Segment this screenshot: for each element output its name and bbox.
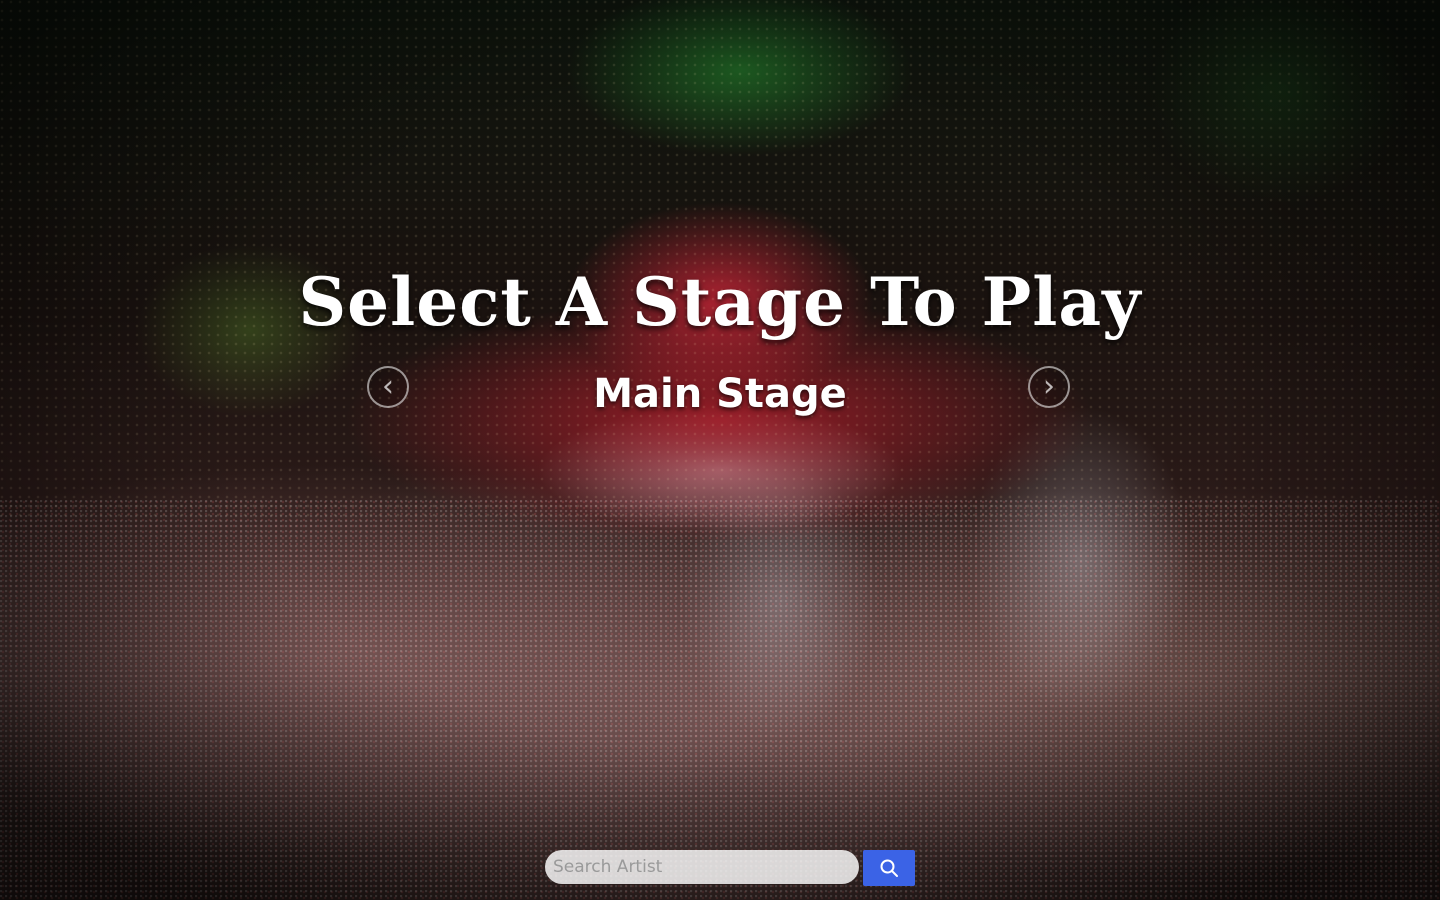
page-title: Select A Stage To Play — [298, 263, 1142, 341]
background-vignette — [0, 0, 1440, 900]
artist-search-bar — [545, 850, 915, 886]
next-stage-button[interactable]: › — [1028, 366, 1070, 408]
search-artist-input[interactable] — [545, 850, 859, 884]
current-stage-name[interactable]: Main Stage — [0, 366, 1440, 422]
chevron-right-icon: › — [1043, 369, 1055, 404]
search-icon — [880, 859, 898, 877]
search-button[interactable] — [863, 850, 915, 886]
stage-selector-screen: Select A Stage To Play ‹ Main Stage › — [0, 0, 1440, 900]
